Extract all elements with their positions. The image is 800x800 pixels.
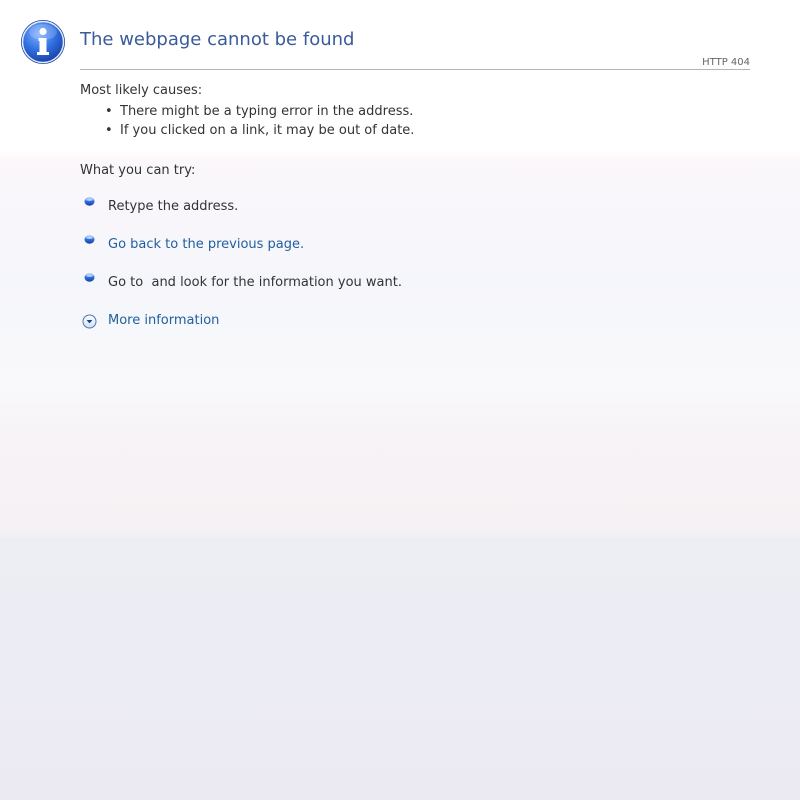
try-heading: What you can try:: [80, 163, 196, 178]
cause-text: If you clicked on a link, it may be out …: [120, 123, 415, 138]
blue-bullet-icon: [84, 273, 95, 282]
blue-bullet-icon: [84, 235, 95, 244]
info-icon: [21, 20, 65, 64]
cause-text: There might be a typing error in the add…: [120, 104, 414, 119]
bullet-dot: •: [105, 104, 113, 119]
bullet-dot: •: [105, 123, 113, 138]
go-to-homepage-text: Go to and look for the information you w…: [108, 275, 402, 290]
more-information-link[interactable]: More information: [108, 313, 219, 328]
cause-item: • If you clicked on a link, it may be out…: [105, 123, 414, 138]
causes-heading: Most likely causes:: [80, 83, 203, 98]
page-title: The webpage cannot be found: [80, 29, 355, 50]
title-divider: [80, 69, 750, 70]
http-status-code: HTTP 404: [702, 57, 750, 68]
go-back-link[interactable]: Go back to the previous page.: [108, 237, 304, 252]
expand-down-icon[interactable]: [82, 314, 97, 329]
blue-bullet-icon: [84, 197, 95, 206]
retype-address-text: Retype the address.: [108, 199, 239, 214]
cause-item: • There might be a typing error in the ad…: [105, 104, 413, 119]
